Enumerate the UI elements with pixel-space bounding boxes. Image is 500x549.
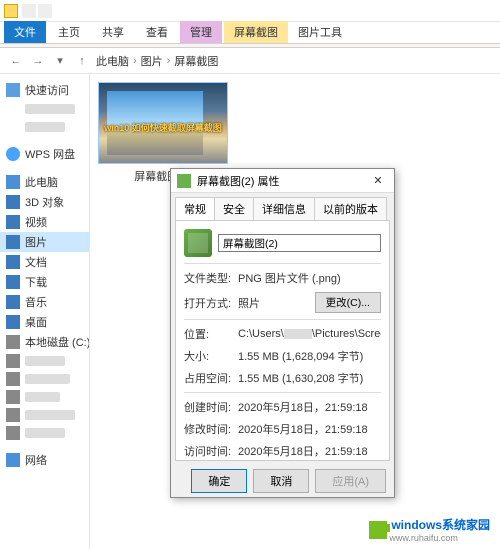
cancel-button[interactable]: 取消 (253, 469, 309, 493)
network-icon (6, 453, 20, 467)
breadcrumb[interactable]: 此电脑› 图片› 屏幕截图 (96, 53, 492, 69)
dialog-footer: 确定 取消 应用(A) (171, 465, 394, 497)
tab-manage[interactable]: 管理 (180, 21, 222, 43)
value-size: 1.55 MB (1,628,094 字节) (238, 348, 381, 364)
qat-icon[interactable] (38, 4, 52, 18)
label-size: 大小: (184, 348, 232, 364)
sidebar-quick-access[interactable]: 快速访问 (0, 80, 89, 100)
value-location: C:\Users\\Pictures\Screenshots (238, 328, 381, 340)
breadcrumb-part[interactable]: 屏幕截图 (174, 53, 218, 69)
value-size-on-disk: 1.55 MB (1,630,208 字节) (238, 370, 381, 386)
cube-icon (6, 195, 20, 209)
value-file-type: PNG 图片文件 (.png) (238, 270, 381, 286)
tab-share[interactable]: 共享 (92, 21, 134, 43)
tab-picture-tools[interactable]: 图片工具 (288, 21, 352, 43)
thumbnail-image: win10 如何快速截取屏幕截图 (98, 82, 228, 164)
download-icon (6, 275, 20, 289)
label-location: 位置: (184, 326, 232, 342)
sidebar-item[interactable] (0, 388, 89, 406)
apply-button[interactable]: 应用(A) (315, 469, 386, 493)
sidebar-item[interactable] (0, 406, 89, 424)
nav-history-icon[interactable]: ▾ (52, 53, 68, 69)
qat-icon[interactable] (22, 4, 36, 18)
watermark: windows系统家园 www.ruhaifu.com (363, 514, 496, 545)
watermark-logo-icon (369, 521, 387, 539)
label-open-with: 打开方式: (184, 295, 232, 311)
thumbnail-overlay-text: win10 如何快速截取屏幕截图 (99, 121, 227, 134)
properties-dialog: 屏幕截图(2) 属性 ✕ 常规 安全 详细信息 以前的版本 文件类型: PNG 图… (170, 168, 395, 498)
folder-icon (4, 4, 18, 18)
breadcrumb-part[interactable]: 图片 (141, 53, 163, 69)
label-file-type: 文件类型: (184, 270, 232, 286)
sidebar-docs[interactable]: 文档 (0, 252, 89, 272)
change-button[interactable]: 更改(C)... (315, 292, 381, 313)
sidebar-this-pc[interactable]: 此电脑 (0, 172, 89, 192)
video-icon (6, 215, 20, 229)
close-icon[interactable]: ✕ (368, 174, 388, 187)
tab-security[interactable]: 安全 (214, 197, 254, 220)
value-open-with: 照片 (238, 295, 309, 311)
address-bar: ← → ▾ ↑ 此电脑› 图片› 屏幕截图 (0, 48, 500, 74)
label-modified: 修改时间: (184, 421, 232, 437)
cloud-icon (6, 147, 20, 161)
document-icon (6, 255, 20, 269)
pictures-icon (6, 235, 20, 249)
sidebar-item[interactable] (0, 100, 89, 118)
ribbon-tabs: 文件 主页 共享 查看 管理 屏幕截图 图片工具 (0, 22, 500, 44)
file-icon (177, 174, 191, 188)
sidebar-desktop[interactable]: 桌面 (0, 312, 89, 332)
dialog-titlebar[interactable]: 屏幕截图(2) 属性 ✕ (171, 169, 394, 193)
file-type-icon (184, 229, 212, 257)
label-size-on-disk: 占用空间: (184, 370, 232, 386)
value-accessed: 2020年5月18日，21:59:18 (238, 443, 381, 459)
qat (22, 4, 52, 18)
sidebar-item[interactable] (0, 370, 89, 388)
dialog-body: 文件类型: PNG 图片文件 (.png) 打开方式: 照片更改(C)... 位置:… (175, 220, 390, 461)
tab-previous[interactable]: 以前的版本 (314, 197, 387, 220)
sidebar-cdrive[interactable]: 本地磁盘 (C:) (0, 332, 89, 352)
nav-forward-icon[interactable]: → (30, 53, 46, 69)
sidebar-network[interactable]: 网络 (0, 450, 89, 470)
sidebar-item[interactable] (0, 424, 89, 442)
breadcrumb-part[interactable]: 此电脑 (96, 53, 129, 69)
tab-general[interactable]: 常规 (175, 197, 215, 220)
sidebar-music[interactable]: 音乐 (0, 292, 89, 312)
sidebar-downloads[interactable]: 下载 (0, 272, 89, 292)
tab-details[interactable]: 详细信息 (253, 197, 315, 220)
ok-button[interactable]: 确定 (191, 469, 247, 493)
sidebar-wps[interactable]: WPS 网盘 (0, 144, 89, 164)
sidebar-3d[interactable]: 3D 对象 (0, 192, 89, 212)
label-created: 创建时间: (184, 399, 232, 415)
sidebar-item[interactable] (0, 118, 89, 136)
dialog-title: 屏幕截图(2) 属性 (197, 173, 280, 189)
sidebar-item[interactable] (0, 352, 89, 370)
tab-context-label: 屏幕截图 (224, 21, 288, 43)
label-accessed: 访问时间: (184, 443, 232, 459)
drive-icon (6, 335, 20, 349)
nav-up-icon[interactable]: ↑ (74, 53, 90, 69)
sidebar-video[interactable]: 视频 (0, 212, 89, 232)
pc-icon (6, 175, 20, 189)
tab-file[interactable]: 文件 (4, 21, 46, 43)
filename-input[interactable] (218, 234, 381, 252)
dialog-tabs: 常规 安全 详细信息 以前的版本 (171, 193, 394, 220)
value-created: 2020年5月18日，21:59:18 (238, 399, 381, 415)
watermark-text: windows系统家园 (391, 516, 490, 533)
sidebar-pictures[interactable]: 图片 (0, 232, 89, 252)
nav-sidebar: 快速访问 WPS 网盘 此电脑 3D 对象 视频 图片 文档 下载 音乐 桌面 … (0, 74, 90, 549)
watermark-url: www.ruhaifu.com (389, 533, 490, 543)
tab-view[interactable]: 查看 (136, 21, 178, 43)
music-icon (6, 295, 20, 309)
star-icon (6, 83, 20, 97)
window-titlebar (0, 0, 500, 22)
nav-back-icon[interactable]: ← (8, 53, 24, 69)
value-modified: 2020年5月18日，21:59:18 (238, 421, 381, 437)
tab-home[interactable]: 主页 (48, 21, 90, 43)
desktop-icon (6, 315, 20, 329)
